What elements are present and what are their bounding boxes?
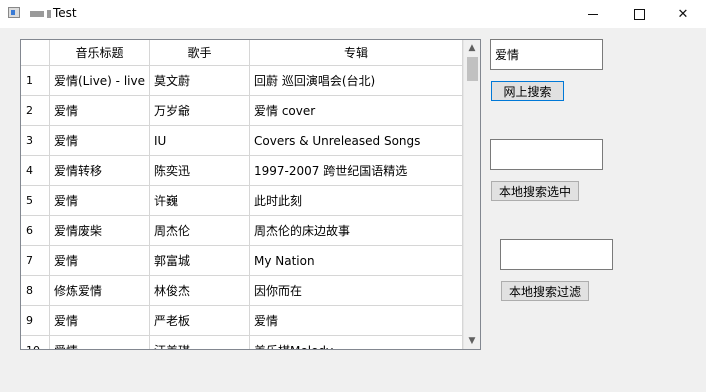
scroll-down-button[interactable]: ▼ bbox=[464, 333, 480, 349]
title-cell[interactable]: 爱情转移 bbox=[50, 156, 150, 186]
maximize-icon bbox=[633, 8, 645, 20]
singer-cell[interactable]: 万岁爺 bbox=[150, 96, 250, 126]
close-button[interactable]: ✕ bbox=[660, 0, 706, 28]
row-number: 3 bbox=[21, 126, 50, 156]
table-row[interactable]: 3 爱情 IU Covers & Unreleased Songs bbox=[21, 126, 463, 156]
singer-cell[interactable]: 林俊杰 bbox=[150, 276, 250, 306]
album-cell[interactable]: 周杰伦的床边故事 bbox=[250, 216, 463, 246]
singer-cell[interactable]: IU bbox=[150, 126, 250, 156]
title-bar: Test ✕ bbox=[0, 0, 706, 28]
chevron-up-icon: ▲ bbox=[468, 43, 476, 53]
local-search-filter-button[interactable]: 本地搜索过滤 bbox=[501, 281, 589, 301]
maximize-button[interactable] bbox=[616, 0, 662, 28]
title-decoration-small bbox=[47, 10, 51, 18]
scroll-up-button[interactable]: ▲ bbox=[464, 40, 480, 56]
online-search-input[interactable]: 爱情 bbox=[490, 39, 603, 70]
table-row[interactable]: 6 爱情废柴 周杰伦 周杰伦的床边故事 bbox=[21, 216, 463, 246]
row-number: 10 bbox=[21, 336, 50, 349]
table-row[interactable]: 7 爱情 郭富城 My Nation bbox=[21, 246, 463, 276]
title-cell[interactable]: 爱情(Live) - live bbox=[50, 66, 150, 96]
row-number: 5 bbox=[21, 186, 50, 216]
album-cell[interactable]: 回蔚 巡回演唱会(台北) bbox=[250, 66, 463, 96]
row-number: 7 bbox=[21, 246, 50, 276]
album-cell[interactable]: 爱情 cover bbox=[250, 96, 463, 126]
local-select-input[interactable] bbox=[490, 139, 603, 170]
local-filter-input[interactable] bbox=[500, 239, 613, 270]
minimize-icon bbox=[588, 13, 598, 15]
header-title[interactable]: 音乐标题 bbox=[50, 40, 150, 66]
table-vertical-scrollbar[interactable]: ▲ ▼ bbox=[463, 40, 480, 349]
singer-cell[interactable]: 郭富城 bbox=[150, 246, 250, 276]
row-number: 4 bbox=[21, 156, 50, 186]
table-row[interactable]: 1 爱情(Live) - live 莫文蔚 回蔚 巡回演唱会(台北) bbox=[21, 66, 463, 96]
album-cell[interactable]: 1997-2007 跨世纪国语精选 bbox=[250, 156, 463, 186]
row-number: 2 bbox=[21, 96, 50, 126]
row-number: 1 bbox=[21, 66, 50, 96]
singer-cell[interactable]: 陈奕迅 bbox=[150, 156, 250, 186]
album-cell[interactable]: 爱情 bbox=[250, 306, 463, 336]
row-number: 6 bbox=[21, 216, 50, 246]
table-row[interactable]: 4 爱情转移 陈奕迅 1997-2007 跨世纪国语精选 bbox=[21, 156, 463, 186]
close-icon: ✕ bbox=[677, 6, 689, 22]
singer-cell[interactable]: 莫文蔚 bbox=[150, 66, 250, 96]
singer-cell[interactable]: 许巍 bbox=[150, 186, 250, 216]
local-search-select-button[interactable]: 本地搜索选中 bbox=[491, 181, 579, 201]
title-cell[interactable]: 爱情 bbox=[50, 246, 150, 276]
table-row[interactable]: 9 爱情 严老板 爱情 bbox=[21, 306, 463, 336]
chevron-down-icon: ▼ bbox=[468, 336, 476, 346]
row-number: 8 bbox=[21, 276, 50, 306]
header-row-number[interactable] bbox=[21, 40, 50, 66]
scroll-thumb[interactable] bbox=[467, 57, 478, 81]
title-decoration bbox=[30, 11, 44, 17]
table-row[interactable]: 8 修炼爱情 林俊杰 因你而在 bbox=[21, 276, 463, 306]
singer-cell[interactable]: 严老板 bbox=[150, 306, 250, 336]
row-number: 9 bbox=[21, 306, 50, 336]
window-title: Test bbox=[53, 6, 77, 20]
header-album[interactable]: 专辑 bbox=[250, 40, 463, 66]
title-cell[interactable]: 爱情 bbox=[50, 96, 150, 126]
album-cell[interactable]: Covers & Unreleased Songs bbox=[250, 126, 463, 156]
table-row[interactable]: 5 爱情 许巍 此时此刻 bbox=[21, 186, 463, 216]
title-cell[interactable]: 修炼爱情 bbox=[50, 276, 150, 306]
title-cell[interactable]: 爱情 bbox=[50, 126, 150, 156]
header-singer[interactable]: 歌手 bbox=[150, 40, 250, 66]
results-table[interactable]: 音乐标题 歌手 专辑 1 爱情(Live) - live 莫文蔚 回蔚 巡回演唱… bbox=[20, 39, 481, 350]
table-row[interactable]: 2 爱情 万岁爺 爱情 cover bbox=[21, 96, 463, 126]
album-cell[interactable]: 此时此刻 bbox=[250, 186, 463, 216]
table-row[interactable]: 10 爱情 汪美琪 美乐棋Melody bbox=[21, 336, 463, 349]
title-cell[interactable]: 爱情 bbox=[50, 186, 150, 216]
singer-cell[interactable]: 汪美琪 bbox=[150, 336, 250, 349]
album-cell[interactable]: 美乐棋Melody bbox=[250, 336, 463, 349]
album-cell[interactable]: My Nation bbox=[250, 246, 463, 276]
minimize-button[interactable] bbox=[570, 0, 616, 28]
app-window-icon bbox=[8, 7, 20, 18]
album-cell[interactable]: 因你而在 bbox=[250, 276, 463, 306]
online-search-button[interactable]: 网上搜索 bbox=[491, 81, 564, 101]
title-cell[interactable]: 爱情废柴 bbox=[50, 216, 150, 246]
singer-cell[interactable]: 周杰伦 bbox=[150, 216, 250, 246]
title-cell[interactable]: 爱情 bbox=[50, 306, 150, 336]
title-cell[interactable]: 爱情 bbox=[50, 336, 150, 349]
